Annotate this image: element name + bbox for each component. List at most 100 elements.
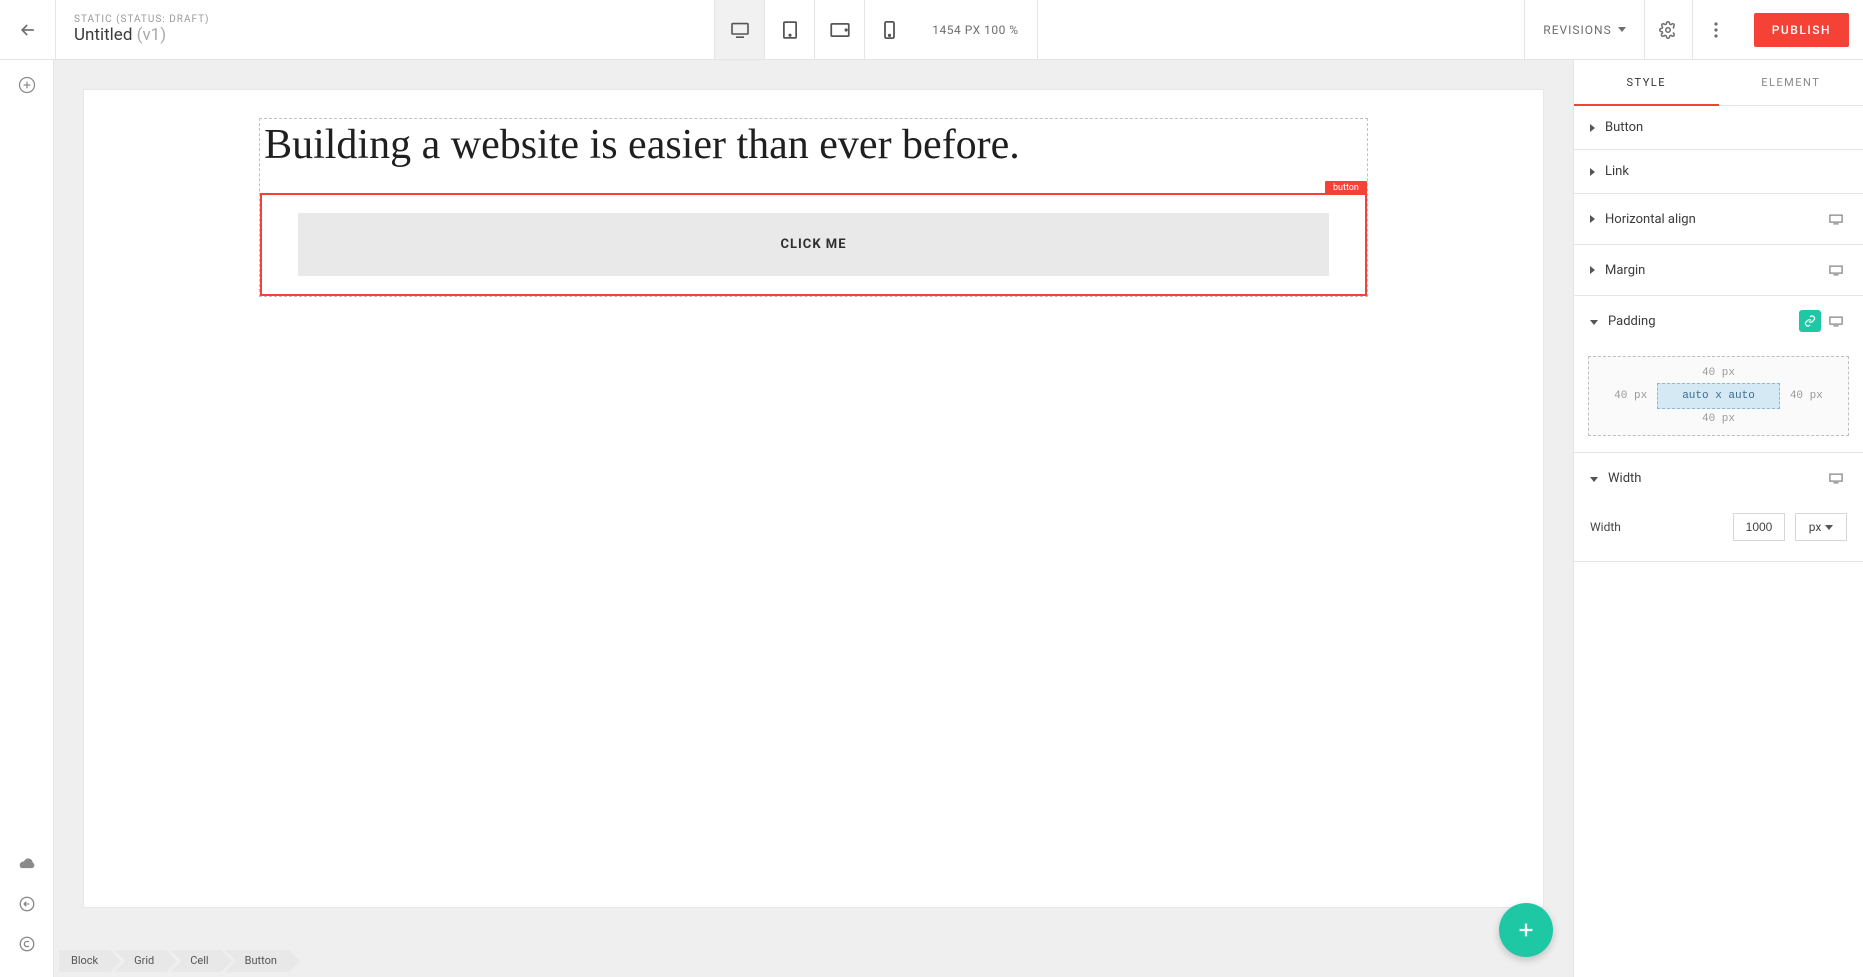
device-tablet-portrait-button[interactable]	[764, 0, 814, 59]
arrow-left-icon	[18, 20, 38, 40]
gear-icon	[1659, 21, 1677, 39]
settings-button[interactable]	[1644, 0, 1692, 59]
grid-outline[interactable]: Building a website is easier than ever b…	[259, 118, 1368, 297]
link-values-toggle[interactable]	[1799, 310, 1821, 332]
desktop-mini-icon	[1829, 316, 1843, 327]
crumb-block[interactable]: Block	[59, 950, 110, 972]
viewport-info: 1454 PX 100 %	[914, 0, 1037, 59]
tab-style[interactable]: STYLE	[1574, 60, 1719, 105]
tablet-landscape-icon	[830, 23, 850, 37]
cloud-status-button[interactable]	[10, 847, 44, 881]
width-input[interactable]	[1733, 513, 1785, 541]
responsive-toggle-padding[interactable]	[1825, 310, 1847, 332]
page-status: STATIC (STATUS: DRAFT)	[74, 14, 210, 25]
page-title[interactable]: Untitled (v1)	[74, 25, 210, 45]
section-button-label: Button	[1605, 120, 1643, 135]
device-preview-group: 1454 PX 100 %	[714, 0, 1037, 59]
fab-add-button[interactable]	[1499, 903, 1553, 957]
chevron-right-icon	[1590, 124, 1595, 132]
section-padding-header[interactable]: Padding	[1574, 296, 1863, 346]
width-label: Width	[1590, 520, 1723, 534]
panel-tabs: STYLE ELEMENT	[1574, 60, 1863, 106]
device-desktop-button[interactable]	[714, 0, 764, 59]
undo-icon	[18, 895, 36, 913]
padding-top-value[interactable]: 40 px	[1599, 367, 1838, 379]
heading-block[interactable]: Building a website is easier than ever b…	[260, 119, 1367, 183]
padding-inner: auto x auto	[1657, 383, 1780, 409]
page-title-block: STATIC (STATUS: DRAFT) Untitled (v1)	[56, 0, 228, 59]
chevron-down-icon	[1590, 477, 1598, 482]
page-title-text: Untitled	[74, 25, 132, 45]
section-link-header[interactable]: Link	[1574, 150, 1863, 193]
section-link-label: Link	[1605, 164, 1629, 179]
desktop-icon	[730, 22, 750, 38]
section-halign: Horizontal align	[1574, 194, 1863, 245]
width-unit-label: px	[1809, 520, 1822, 534]
padding-box[interactable]: 40 px 40 px auto x auto 40 px 40 px	[1588, 356, 1849, 436]
responsive-toggle-margin[interactable]	[1825, 259, 1847, 281]
more-options-button[interactable]	[1692, 0, 1740, 59]
revisions-dropdown[interactable]: REVISIONS	[1524, 0, 1643, 59]
phone-icon	[884, 21, 895, 39]
undo-button[interactable]	[10, 887, 44, 921]
tab-element[interactable]: ELEMENT	[1719, 60, 1863, 105]
top-bar: STATIC (STATUS: DRAFT) Untitled (v1) 145…	[0, 0, 1863, 60]
back-button[interactable]	[0, 0, 56, 59]
canvas-button[interactable]: CLICK ME	[298, 213, 1329, 276]
chevron-down-icon	[1618, 27, 1626, 32]
desktop-mini-icon	[1829, 214, 1843, 225]
left-rail-bottom	[10, 847, 44, 977]
chevron-right-icon	[1590, 215, 1595, 223]
cloud-check-icon	[17, 857, 37, 871]
topbar-center: 1454 PX 100 %	[228, 0, 1525, 59]
chevron-down-icon	[1825, 525, 1833, 530]
crumb-button[interactable]: Button	[225, 950, 289, 972]
workspace: Building a website is easier than ever b…	[0, 60, 1863, 977]
revisions-label: REVISIONS	[1543, 23, 1611, 37]
page-canvas[interactable]: Building a website is easier than ever b…	[84, 90, 1543, 907]
publish-button[interactable]: PUBLISH	[1754, 13, 1849, 47]
section-button: Button	[1574, 106, 1863, 150]
device-tablet-landscape-button[interactable]	[814, 0, 864, 59]
chevron-down-icon	[1590, 320, 1598, 325]
padding-right-value[interactable]: 40 px	[1790, 390, 1823, 402]
section-width: Width Width px	[1574, 453, 1863, 562]
topbar-right: REVISIONS PUBLISH	[1524, 0, 1863, 59]
chevron-right-icon	[1590, 168, 1595, 176]
section-margin-label: Margin	[1605, 263, 1645, 278]
kebab-icon	[1714, 22, 1718, 38]
breadcrumb: Block Grid Cell Button	[59, 950, 293, 972]
copyright-button[interactable]	[10, 927, 44, 961]
responsive-toggle-width[interactable]	[1825, 467, 1847, 489]
selected-button-block[interactable]: button CLICK ME	[260, 193, 1367, 296]
section-margin: Margin	[1574, 245, 1863, 296]
device-phone-button[interactable]	[864, 0, 914, 59]
section-halign-label: Horizontal align	[1605, 212, 1696, 227]
plus-circle-icon	[17, 75, 37, 95]
section-padding-label: Padding	[1608, 314, 1656, 329]
section-width-header[interactable]: Width	[1574, 453, 1863, 503]
crumb-grid[interactable]: Grid	[114, 950, 166, 972]
section-halign-header[interactable]: Horizontal align	[1574, 194, 1863, 244]
canvas-area[interactable]: Building a website is easier than ever b…	[54, 60, 1573, 977]
side-panel: STYLE ELEMENT Button Link Horizontal ali…	[1573, 60, 1863, 977]
chevron-right-icon	[1590, 266, 1595, 274]
tablet-portrait-icon	[783, 21, 797, 39]
padding-editor: 40 px 40 px auto x auto 40 px 40 px	[1574, 346, 1863, 452]
padding-bottom-value[interactable]: 40 px	[1599, 413, 1838, 425]
section-margin-header[interactable]: Margin	[1574, 245, 1863, 295]
link-icon	[1804, 315, 1816, 327]
left-rail	[0, 60, 54, 977]
crumb-cell[interactable]: Cell	[170, 950, 220, 972]
section-button-header[interactable]: Button	[1574, 106, 1863, 149]
responsive-toggle-halign[interactable]	[1825, 208, 1847, 230]
width-unit-dropdown[interactable]: px	[1795, 513, 1847, 541]
padding-left-value[interactable]: 40 px	[1614, 390, 1647, 402]
add-element-button[interactable]	[10, 68, 44, 102]
copyright-icon	[18, 935, 36, 953]
plus-icon	[1515, 919, 1537, 941]
width-row: Width px	[1574, 503, 1863, 561]
selection-tag: button	[1325, 181, 1367, 195]
section-link: Link	[1574, 150, 1863, 194]
section-padding: Padding 40 px 40 px auto x auto 40 px	[1574, 296, 1863, 453]
